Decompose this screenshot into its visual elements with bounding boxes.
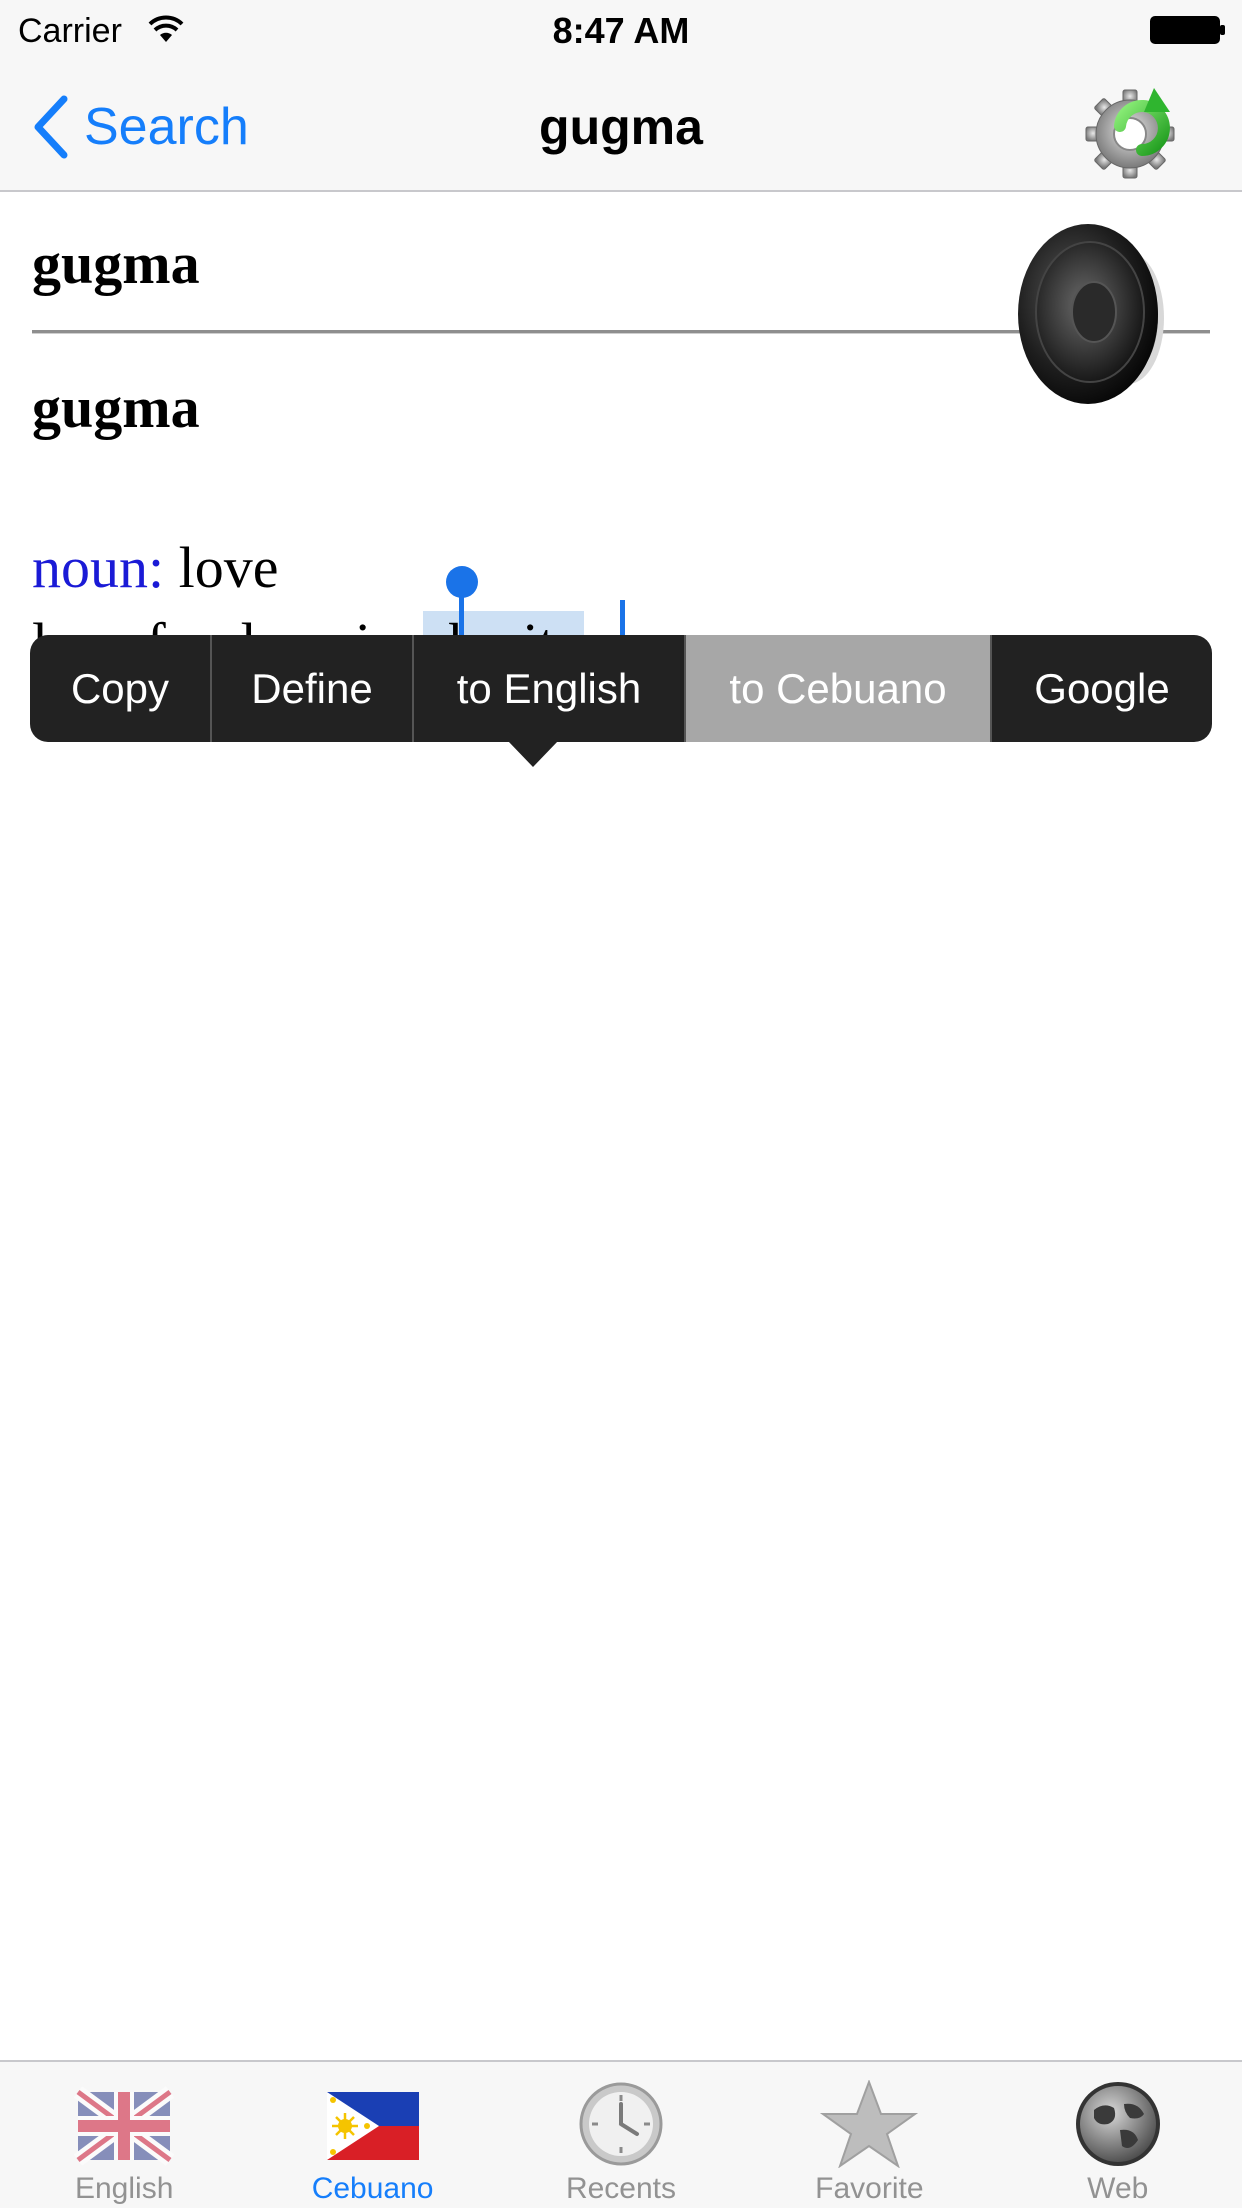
globe-icon bbox=[1075, 2082, 1160, 2166]
navigation-bar: Search gugma bbox=[0, 62, 1242, 192]
uk-flag-icon bbox=[74, 2086, 175, 2166]
part-of-speech: noun: bbox=[32, 535, 165, 600]
headword: gugma bbox=[32, 231, 200, 296]
tab-bar: English Cebuano Recents Favorite Web bbox=[0, 2060, 1242, 2208]
entry-word: gugma bbox=[32, 375, 200, 440]
tab-favorite-label: Favorite bbox=[815, 2172, 924, 2205]
tab-favorite[interactable]: Favorite bbox=[745, 2062, 993, 2208]
philippines-flag-icon bbox=[326, 2092, 419, 2160]
entry-content: gugma gugma noun: love love for, love is… bbox=[0, 194, 1242, 2060]
tab-web[interactable]: Web bbox=[994, 2062, 1242, 2208]
page-title: gugma bbox=[539, 99, 703, 155]
tab-cebuano[interactable]: Cebuano bbox=[248, 2062, 496, 2208]
menu-pointer-arrow bbox=[508, 741, 558, 767]
tab-recents[interactable]: Recents bbox=[497, 2062, 745, 2208]
menu-to-english[interactable]: to English bbox=[414, 635, 686, 742]
menu-define[interactable]: Define bbox=[212, 635, 414, 742]
clock-icon bbox=[579, 2082, 663, 2166]
menu-copy[interactable]: Copy bbox=[30, 635, 212, 742]
status-bar: Carrier 8:47 AM bbox=[0, 0, 1242, 62]
star-icon bbox=[820, 2080, 919, 2168]
gear-refresh-icon[interactable] bbox=[1080, 78, 1184, 182]
tab-recents-label: Recents bbox=[565, 2172, 676, 2205]
speaker-icon[interactable] bbox=[1010, 220, 1180, 410]
menu-to-cebuano[interactable]: to Cebuano bbox=[686, 635, 992, 742]
edit-menu: Copy Define to English to Cebuano Google bbox=[30, 635, 1212, 742]
tab-web-label: Web bbox=[1087, 2172, 1149, 2205]
pos-gloss: love bbox=[164, 535, 279, 600]
status-time: 8:47 AM bbox=[552, 10, 690, 51]
definition-line: noun: love bbox=[32, 534, 278, 601]
menu-google[interactable]: Google bbox=[992, 635, 1212, 742]
tab-english-label: English bbox=[74, 2172, 174, 2205]
tab-english[interactable]: English bbox=[0, 2062, 248, 2208]
battery-icon bbox=[1150, 16, 1225, 44]
tab-cebuano-label: Cebuano bbox=[311, 2172, 434, 2205]
